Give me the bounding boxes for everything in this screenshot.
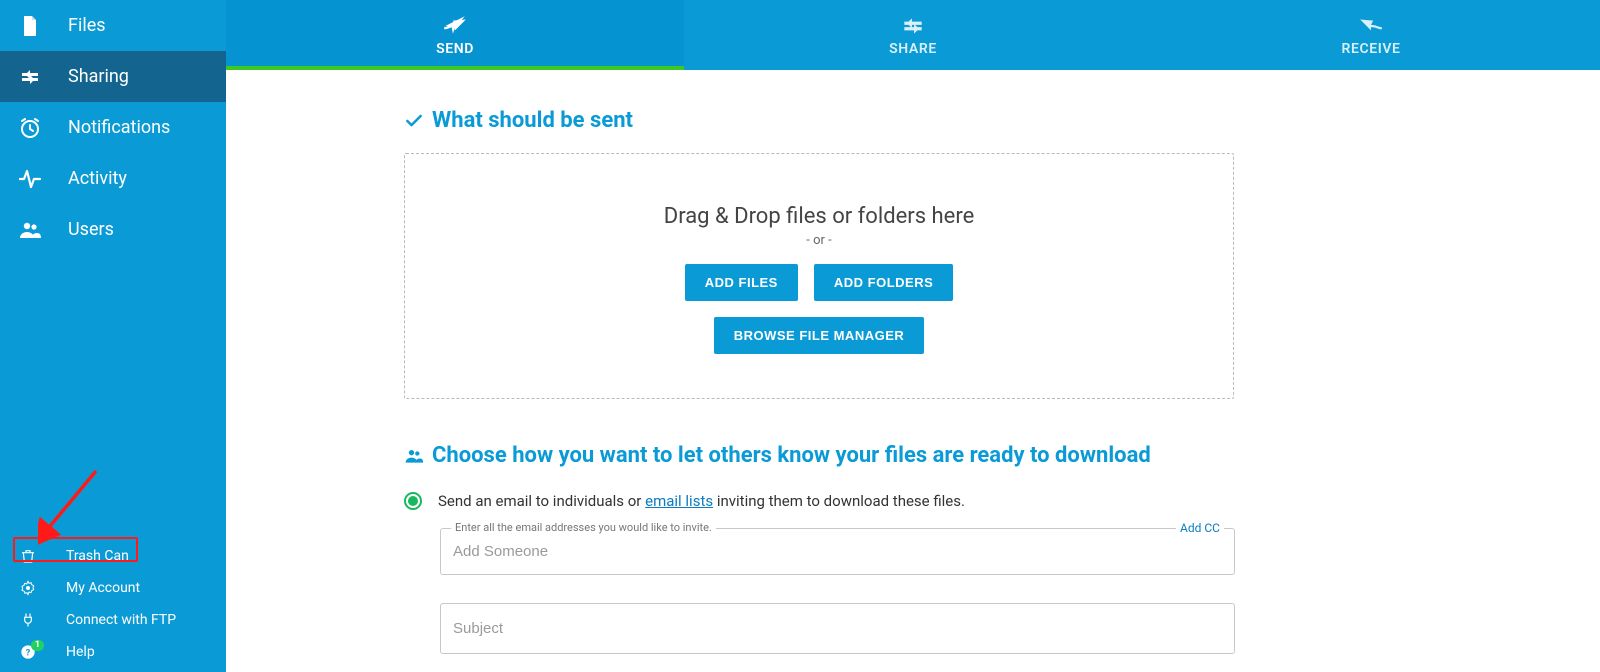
tab-send[interactable]: SEND <box>226 0 684 70</box>
email-field-legend: Enter all the email addresses you would … <box>451 521 716 534</box>
sidebar-item-label: Files <box>68 15 106 36</box>
sidebar-item-label: Sharing <box>68 66 129 87</box>
plug-icon <box>20 612 36 628</box>
sidebar-item-label: Help <box>66 644 95 660</box>
add-folders-button[interactable]: ADD FOLDERS <box>814 264 953 301</box>
sidebar-item-label: Users <box>68 219 114 240</box>
send-icon <box>441 13 469 39</box>
users-icon <box>404 446 424 466</box>
tab-share[interactable]: SHARE <box>684 0 1142 70</box>
check-icon <box>404 111 424 131</box>
option-text-suffix: inviting them to download these files. <box>713 492 965 510</box>
radio-icon <box>404 492 422 510</box>
email-lists-link[interactable]: email lists <box>645 492 713 510</box>
section2-heading: Choose how you want to let others know y… <box>404 443 1234 468</box>
sidebar-item-label: Activity <box>68 168 127 189</box>
dropzone-title: Drag & Drop files or folders here <box>664 204 974 229</box>
section2-heading-text: Choose how you want to let others know y… <box>432 443 1151 468</box>
sidebar-item-help[interactable]: ? 1 Help <box>0 636 226 668</box>
sidebar-item-trash[interactable]: Trash Can <box>0 540 226 572</box>
receive-icon <box>1357 13 1385 39</box>
help-badge: 1 <box>31 640 44 651</box>
add-files-button[interactable]: ADD FILES <box>685 264 798 301</box>
sidebar-item-ftp[interactable]: Connect with FTP <box>0 604 226 636</box>
top-tabs: SEND SHARE RECEIVE <box>226 0 1600 70</box>
share-loop-icon <box>899 13 927 39</box>
section1-heading-text: What should be sent <box>432 108 633 133</box>
browse-file-manager-button[interactable]: BROWSE FILE MANAGER <box>714 317 925 354</box>
notify-option-text: Send an email to individuals or email li… <box>438 492 965 510</box>
tab-label: SHARE <box>889 41 937 57</box>
option-text-prefix: Send an email to individuals or <box>438 492 645 510</box>
sidebar-item-activity[interactable]: Activity <box>0 153 226 204</box>
sidebar-item-label: Notifications <box>68 117 170 138</box>
dropzone[interactable]: Drag & Drop files or folders here - or -… <box>404 153 1234 399</box>
dropzone-or: - or - <box>806 233 831 248</box>
sidebar-item-account[interactable]: My Account <box>0 572 226 604</box>
trash-icon <box>20 548 36 564</box>
users-icon <box>18 218 42 242</box>
file-icon <box>18 14 42 38</box>
share-icon <box>18 65 42 89</box>
svg-text:?: ? <box>26 647 31 658</box>
help-icon: ? 1 <box>20 644 36 660</box>
sidebar-item-label: My Account <box>66 580 140 596</box>
sidebar: Files Sharing Notifications Activity Use… <box>0 0 226 672</box>
email-input[interactable] <box>441 529 1234 574</box>
tab-receive[interactable]: RECEIVE <box>1142 0 1600 70</box>
subject-input[interactable] <box>441 604 1234 653</box>
alarm-icon <box>18 116 42 140</box>
sidebar-item-notifications[interactable]: Notifications <box>0 102 226 153</box>
tab-label: RECEIVE <box>1341 41 1400 57</box>
section1-heading: What should be sent <box>404 108 1234 133</box>
add-cc-link[interactable]: Add CC <box>1176 521 1224 535</box>
gear-icon <box>20 580 36 596</box>
sidebar-item-files[interactable]: Files <box>0 0 226 51</box>
main-content: What should be sent Drag & Drop files or… <box>226 70 1600 672</box>
activity-icon <box>18 167 42 191</box>
sidebar-item-users[interactable]: Users <box>0 204 226 255</box>
email-addresses-field: Enter all the email addresses you would … <box>440 528 1235 575</box>
tab-label: SEND <box>436 41 474 57</box>
subject-field <box>440 603 1235 654</box>
sidebar-item-label: Trash Can <box>66 548 129 564</box>
sidebar-item-label: Connect with FTP <box>66 612 176 628</box>
sidebar-item-sharing[interactable]: Sharing <box>0 51 226 102</box>
